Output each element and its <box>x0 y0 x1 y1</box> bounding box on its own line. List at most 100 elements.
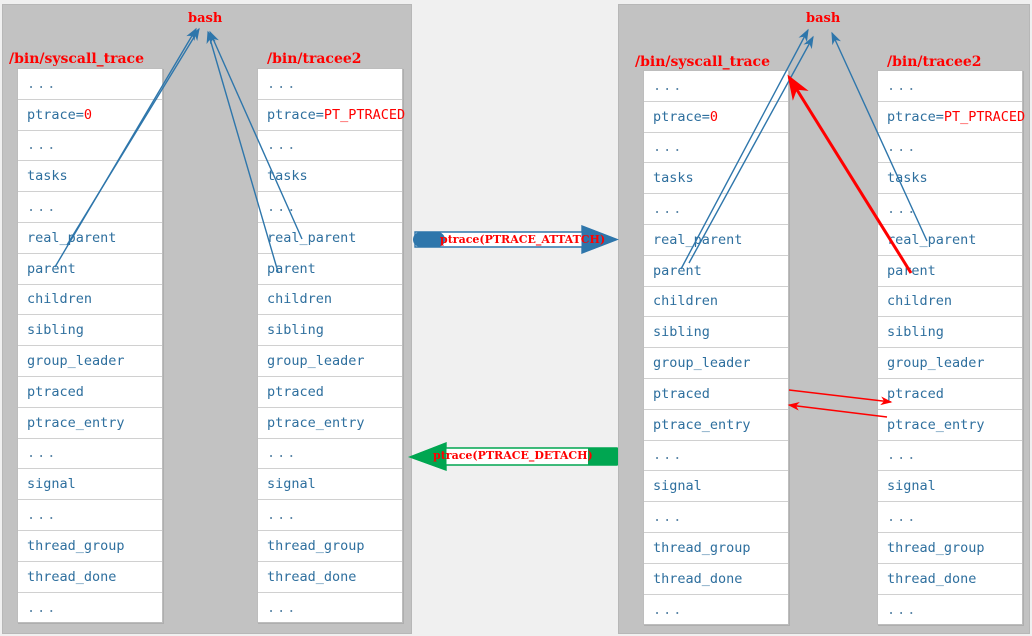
field-name-text: ptraced <box>27 383 84 400</box>
task-struct-field: thread_group <box>18 531 162 562</box>
task-struct-field: ptraced <box>258 377 402 408</box>
task-struct-field: group_leader <box>258 346 402 377</box>
left-tracer-task-struct: ... ptrace= 0... tasks... real_parent parent c… <box>17 68 163 623</box>
task-struct-field: tasks <box>878 163 1022 195</box>
diagram-canvas: bash /bin/syscall_trace /bin/tracee2 ...… <box>0 0 1032 636</box>
ptrace-detach-arrow: ptrace(PTRACE_DETACH) <box>408 441 620 473</box>
task-struct-field: ... <box>258 192 402 223</box>
field-name-text: real_parent <box>887 231 977 248</box>
field-value-text: 0 <box>709 108 719 125</box>
ellipsis-text: ... <box>887 201 918 218</box>
field-name-text: real_parent <box>653 231 743 248</box>
field-name-text: tasks <box>27 168 68 185</box>
task-struct-field: ... <box>644 595 788 626</box>
ellipsis-text: ... <box>27 445 58 462</box>
left-tracee-title: /bin/tracee2 <box>267 51 362 67</box>
task-struct-field: ptrace= PT_PTRACED <box>258 100 406 131</box>
task-struct-field: sibling <box>644 317 788 349</box>
field-name-text: children <box>653 293 719 310</box>
field-name-text: real_parent <box>27 229 117 246</box>
right-tracee-title: /bin/tracee2 <box>887 54 982 70</box>
task-struct-field: tasks <box>644 163 788 195</box>
field-name-text: thread_done <box>887 570 977 587</box>
task-struct-field: ... <box>644 502 788 533</box>
field-name-text: ptraced <box>267 383 324 400</box>
ellipsis-text: ... <box>887 77 918 94</box>
task-struct-field: group_leader <box>644 348 788 379</box>
right-scenario-panel: bash /bin/syscall_trace /bin/tracee2 ...… <box>618 4 1030 634</box>
task-struct-field: thread_done <box>644 564 788 595</box>
task-struct-field: ... <box>878 502 1022 533</box>
left-bash-label: bash <box>188 11 223 26</box>
ellipsis-text: ... <box>267 507 298 524</box>
task-struct-field: ... <box>644 441 788 472</box>
ellipsis-text: ... <box>267 75 298 92</box>
field-name-text: parent <box>267 260 316 277</box>
task-struct-field: ptrace_entry <box>258 408 402 439</box>
field-name-text: sibling <box>653 324 710 341</box>
ellipsis-text: ... <box>887 139 918 156</box>
field-name-text: sibling <box>267 322 324 339</box>
left-tracee-task-struct: ... ptrace= PT_PTRACED... tasks... real_pare… <box>257 68 406 623</box>
field-value-text: 0 <box>83 106 93 123</box>
field-name-text: tasks <box>887 170 928 187</box>
task-struct-field: thread_group <box>644 533 788 564</box>
field-name-text: parent <box>887 262 936 279</box>
field-name-text: parent <box>27 260 76 277</box>
task-struct-field: signal <box>878 471 1022 503</box>
task-struct-field: ... <box>644 133 788 164</box>
task-struct-field: signal <box>644 471 788 503</box>
field-name-text: children <box>267 291 333 308</box>
ellipsis-text: ... <box>653 77 684 94</box>
task-struct-field: ptrace= PT_PTRACED <box>878 102 1025 133</box>
field-name-text: sibling <box>887 324 944 341</box>
task-struct-field: ... <box>258 131 402 162</box>
task-struct-field: ... <box>258 69 402 100</box>
task-struct-field: ptraced <box>18 377 162 408</box>
field-name-text: sibling <box>27 322 84 339</box>
ellipsis-text: ... <box>27 137 58 154</box>
task-struct-field: signal <box>258 469 402 501</box>
field-name-text: thread_group <box>653 539 751 556</box>
ellipsis-text: ... <box>653 509 684 526</box>
right-tracer-task-struct: ... ptrace= 0... tasks... real_parent parent c… <box>643 70 789 625</box>
task-struct-field: parent <box>258 254 402 285</box>
right-tracer-title: /bin/syscall_trace <box>635 54 770 70</box>
field-name-text: children <box>887 293 953 310</box>
task-struct-field: ptrace_entry <box>878 410 1022 441</box>
task-struct-field: ... <box>644 194 788 225</box>
task-struct-field: ... <box>258 439 402 470</box>
task-struct-field: ... <box>18 69 162 100</box>
task-struct-field: ptrace_entry <box>18 408 162 439</box>
task-struct-field: ... <box>878 441 1022 472</box>
field-name-text: ptrace_entry <box>267 414 365 431</box>
task-struct-field: ... <box>878 194 1022 225</box>
task-struct-field: real_parent <box>644 225 788 256</box>
ptrace-attach-arrow: ptrace(PTRACE_ATTATCH) <box>412 224 620 258</box>
field-name-text: real_parent <box>267 229 357 246</box>
field-name-text: thread_done <box>267 568 357 585</box>
task-struct-field: ... <box>18 131 162 162</box>
task-struct-field: signal <box>18 469 162 501</box>
ellipsis-text: ... <box>27 75 58 92</box>
ellipsis-text: ... <box>267 199 298 216</box>
ellipsis-text: ... <box>267 599 298 616</box>
task-struct-field: group_leader <box>18 346 162 377</box>
ellipsis-text: ... <box>267 445 298 462</box>
task-struct-field: ... <box>644 71 788 102</box>
field-name-text: ptraced <box>653 385 710 402</box>
task-struct-field: ... <box>18 192 162 223</box>
task-struct-field: real_parent <box>18 223 162 254</box>
task-struct-field: thread_done <box>258 562 402 593</box>
ptrace-detach-label: ptrace(PTRACE_DETACH) <box>433 449 593 462</box>
ellipsis-text: ... <box>27 599 58 616</box>
field-name-text: group_leader <box>267 353 365 370</box>
ptrace-attach-label: ptrace(PTRACE_ATTATCH) <box>440 233 606 246</box>
task-struct-field: children <box>878 287 1022 318</box>
field-name-text: children <box>27 291 93 308</box>
ellipsis-text: ... <box>653 601 684 618</box>
task-struct-field: sibling <box>258 315 402 347</box>
field-name-text: thread_done <box>27 568 117 585</box>
field-value-text: PT_PTRACED <box>323 106 406 123</box>
field-name-text: group_leader <box>27 353 125 370</box>
